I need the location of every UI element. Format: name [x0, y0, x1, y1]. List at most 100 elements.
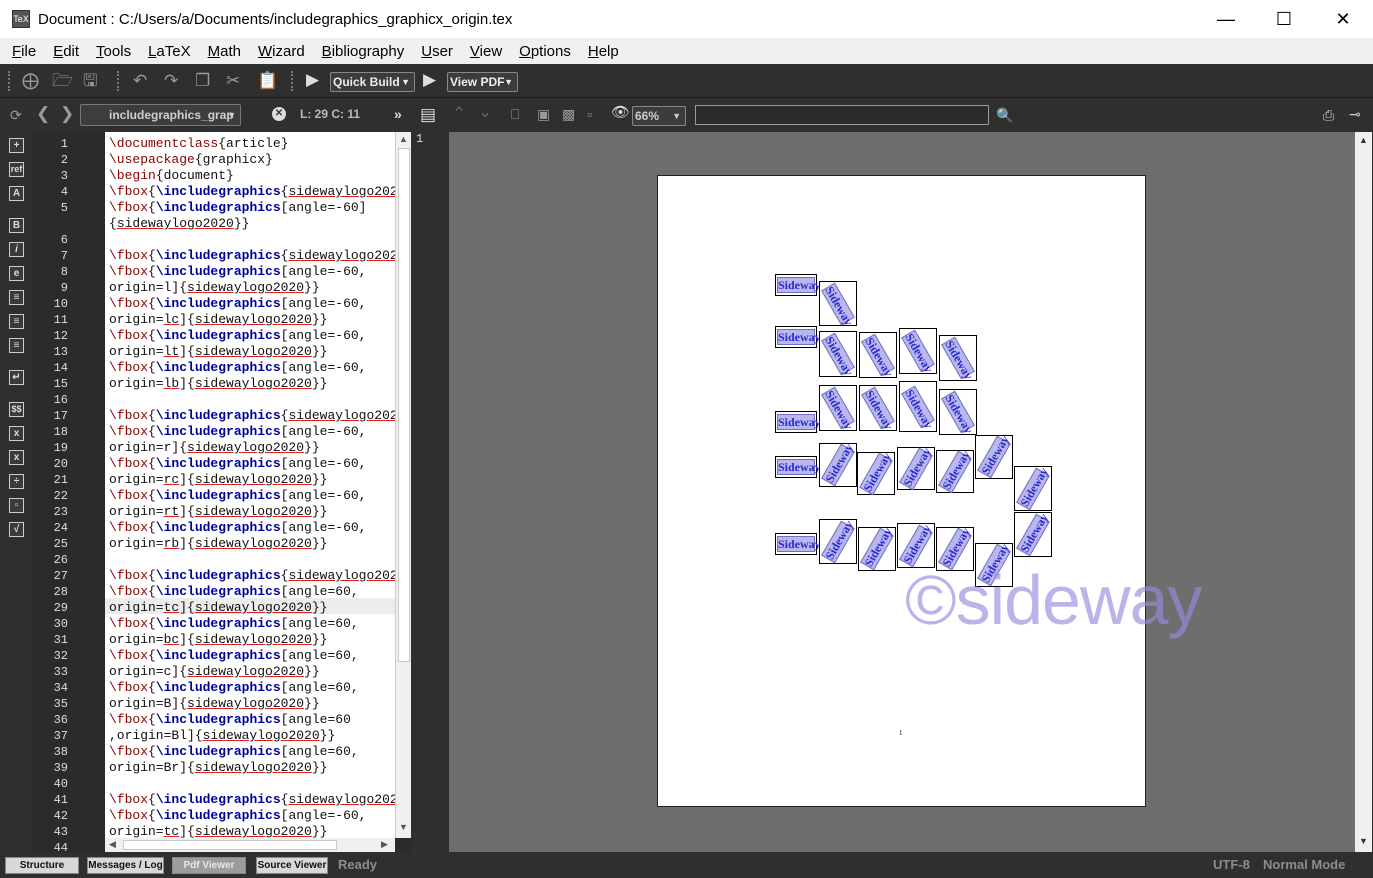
outline-icon[interactable]: ▤ [420, 105, 436, 125]
toolbar-grip[interactable] [117, 71, 121, 91]
fit-page-icon[interactable]: ▣ [537, 104, 550, 124]
close-tab-icon[interactable]: ✕ [272, 107, 286, 121]
build-combo[interactable]: Quick Build ▼ [330, 72, 415, 92]
code-line: \fbox{\includegraphics{sidewaylogo2020}} [109, 792, 395, 807]
menu-wizard[interactable]: Wizard [249, 43, 313, 60]
bold-icon[interactable]: B [9, 218, 24, 233]
scroll-down-icon[interactable]: ▼ [1359, 836, 1368, 846]
line-number: 14 [53, 361, 68, 375]
align-right-icon[interactable]: ≡ [9, 338, 24, 353]
encoding-indicator[interactable]: UTF-8 [1213, 857, 1250, 872]
scroll-down-icon[interactable]: ▼ [399, 822, 408, 832]
menu-tools[interactable]: Tools [87, 43, 139, 60]
sideway-logo: Sideway [941, 390, 976, 437]
math-mode-icon[interactable]: $$ [9, 402, 24, 417]
menu-edit[interactable]: Edit [44, 43, 87, 60]
maximize-button[interactable]: ☐ [1255, 0, 1313, 38]
insert-structure-icon[interactable]: + [9, 138, 24, 153]
scroll-right-icon[interactable]: ▶ [381, 839, 388, 850]
minimize-button[interactable]: — [1197, 0, 1255, 38]
code-line: \fbox{\includegraphics[angle=-60, [109, 360, 367, 375]
menu-math[interactable]: Math [199, 43, 249, 60]
superscript-icon[interactable]: x [9, 450, 24, 465]
dock-icon[interactable]: ⊸ [1349, 104, 1361, 124]
fbox-figure: Sideway [936, 447, 974, 493]
font-size-icon[interactable]: A [9, 186, 24, 201]
menu-help[interactable]: Help [579, 43, 627, 60]
zoom-box-icon[interactable]: ▩ [562, 104, 575, 124]
copy-icon[interactable]: ❐ [195, 71, 210, 91]
new-file-icon[interactable]: ⨁ [22, 71, 39, 91]
forward-icon[interactable]: ❯ [60, 104, 74, 124]
tab-messages-log[interactable]: Messages / Log [87, 857, 164, 874]
print-icon[interactable]: ⎙ [1323, 105, 1334, 125]
open-folder-icon[interactable]: 🗁 [52, 71, 73, 91]
toolbar-grip[interactable] [291, 71, 295, 91]
code-line: \fbox{\includegraphics[angle=-60] [109, 200, 367, 215]
scroll-up-icon[interactable]: ▲ [1359, 135, 1368, 145]
editor-horizontal-scrollbar[interactable]: ◀ ▶ [105, 838, 395, 852]
line-number: 40 [53, 777, 68, 791]
italic-icon[interactable]: i [9, 242, 24, 257]
scroll-left-icon[interactable]: ◀ [109, 839, 116, 850]
zoom-combo[interactable]: 66% ▼ [632, 106, 686, 126]
back-icon[interactable]: ❮ [36, 104, 50, 124]
cut-icon[interactable]: ✂ [226, 71, 240, 91]
menu-bibliography[interactable]: Bibliography [313, 43, 413, 60]
menu-view[interactable]: View [461, 43, 510, 60]
redo-icon[interactable]: ↷ [164, 71, 178, 91]
align-left-icon[interactable]: ≡ [9, 290, 24, 305]
line-number: 8 [60, 265, 68, 279]
code-editor[interactable]: \documentclass{article} \usepackage{graph… [105, 132, 395, 838]
editor-hscroll-thumb[interactable] [123, 840, 337, 850]
menu-user[interactable]: User [412, 43, 461, 60]
tab-structure[interactable]: Structure [5, 857, 79, 874]
eye-icon[interactable]: 👁 [611, 103, 630, 123]
toolbar-grip[interactable] [8, 71, 12, 91]
newline-icon[interactable]: ↵ [9, 370, 24, 385]
fbox-figure: Sideway [859, 385, 897, 432]
next-page-icon[interactable]: ⌄ [478, 102, 492, 122]
ref-icon[interactable]: ref [9, 162, 24, 177]
fbox-figure: Sideway [1014, 464, 1052, 511]
sideway-logo: Sideway [861, 333, 896, 380]
fit-width-icon[interactable]: ⎕ [511, 104, 519, 124]
mode-indicator[interactable]: Normal Mode [1263, 857, 1345, 872]
menu-file[interactable]: File [3, 43, 44, 60]
file-tab-combo[interactable]: includegraphics_grap ▼ [80, 104, 241, 126]
sync-icon[interactable]: ⟳ [10, 105, 22, 125]
line-number: 1 [60, 137, 68, 151]
undo-icon[interactable]: ↶ [133, 71, 147, 91]
menu-latex[interactable]: LaTeX [139, 43, 199, 60]
save-icon[interactable]: 🖫 [83, 71, 97, 91]
menu-options[interactable]: Options [510, 43, 579, 60]
view-combo[interactable]: View PDF ▼ [447, 72, 518, 92]
tab-pdf-viewer[interactable]: Pdf Viewer [172, 857, 246, 874]
code-line: origin=bc]{sidewaylogo2020}} [109, 632, 328, 647]
sqrt-icon[interactable]: √ [9, 522, 24, 537]
fraction-icon[interactable]: ▫ [9, 498, 24, 513]
window-icon[interactable]: ▫ [587, 104, 592, 124]
pdf-search-input[interactable] [695, 105, 989, 125]
editor-vertical-scrollbar[interactable]: ▲ ▼ [395, 132, 411, 838]
editor-scroll-thumb[interactable] [398, 148, 410, 662]
scroll-up-icon[interactable]: ▲ [399, 134, 408, 144]
view-pdf-icon[interactable]: ▶ [423, 70, 436, 90]
more-icon[interactable]: » [394, 106, 402, 122]
pdf-vertical-scrollbar[interactable]: ▲ ▼ [1355, 132, 1372, 852]
line-number: 6 [60, 233, 68, 247]
line-number-gutter: 1 2 3 4 5 6 7 8 9 10 11 12 13 14 15 16 17 18 19 20 21 22 23 24 2… [33, 132, 105, 852]
search-icon[interactable]: 🔍 [996, 105, 1013, 125]
paste-icon[interactable]: 📋 [257, 71, 278, 91]
emphasis-icon[interactable]: e [9, 266, 24, 281]
tab-source-viewer[interactable]: Source Viewer [256, 857, 328, 874]
close-button[interactable]: ✕ [1314, 0, 1372, 38]
line-number: 12 [53, 329, 68, 343]
sideway-logo: Sideway [777, 414, 821, 430]
align-center-icon[interactable]: ≡ [9, 314, 24, 329]
run-build-icon[interactable]: ▶ [306, 70, 319, 90]
prev-page-icon[interactable]: ⌃ [452, 104, 466, 124]
cursor-position: L: 29 C: 11 [300, 107, 361, 121]
subscript-icon[interactable]: x [9, 426, 24, 441]
divide-icon[interactable]: ÷ [9, 474, 24, 489]
